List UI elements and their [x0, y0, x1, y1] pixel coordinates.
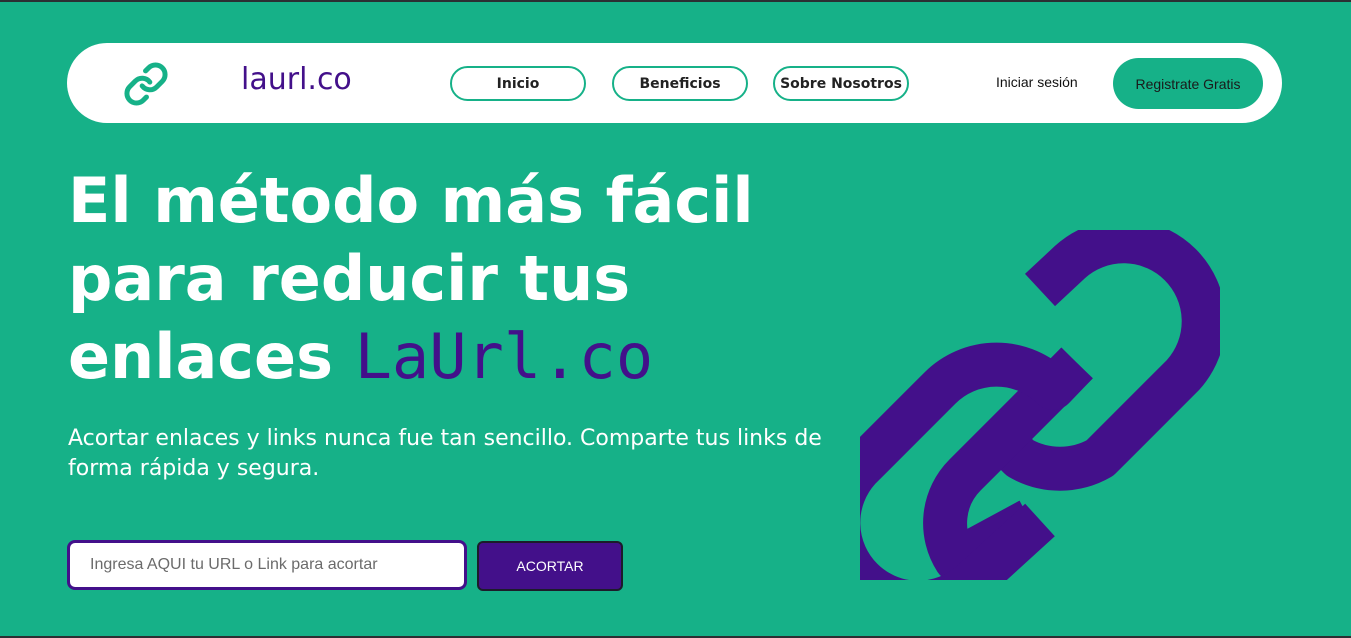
landing-page: laurl.co Inicio Beneficios Sobre Nosotro… [0, 2, 1351, 636]
hero-title-line-1: El método más fácil [68, 164, 754, 237]
link-chain-icon[interactable] [123, 61, 169, 107]
hero-title-line-3: enlaces LaUrl.co [68, 318, 788, 396]
link-chain-icon [860, 230, 1220, 580]
hero-subtitle: Acortar enlaces y links nunca fue tan se… [68, 426, 822, 481]
hero-title-line-2: para reducir tus [68, 242, 631, 315]
nav-inicio-button[interactable]: Inicio [450, 66, 586, 101]
nav-beneficios-button[interactable]: Beneficios [612, 66, 748, 101]
nav-sobre-nosotros-button[interactable]: Sobre Nosotros [773, 66, 909, 101]
login-link[interactable]: Iniciar sesión [996, 74, 1078, 90]
navbar: laurl.co Inicio Beneficios Sobre Nosotro… [67, 43, 1282, 123]
url-input[interactable] [67, 540, 467, 590]
register-button[interactable]: Registrate Gratis [1113, 58, 1263, 109]
hero-title-accent: LaUrl.co [354, 320, 654, 393]
hero-title-prefix: enlaces [68, 320, 355, 393]
shorten-button[interactable]: ACORTAR [477, 541, 623, 591]
brand-name[interactable]: laurl.co [241, 62, 352, 97]
hero-title: El método más fácil para reducir tus enl… [68, 162, 788, 396]
